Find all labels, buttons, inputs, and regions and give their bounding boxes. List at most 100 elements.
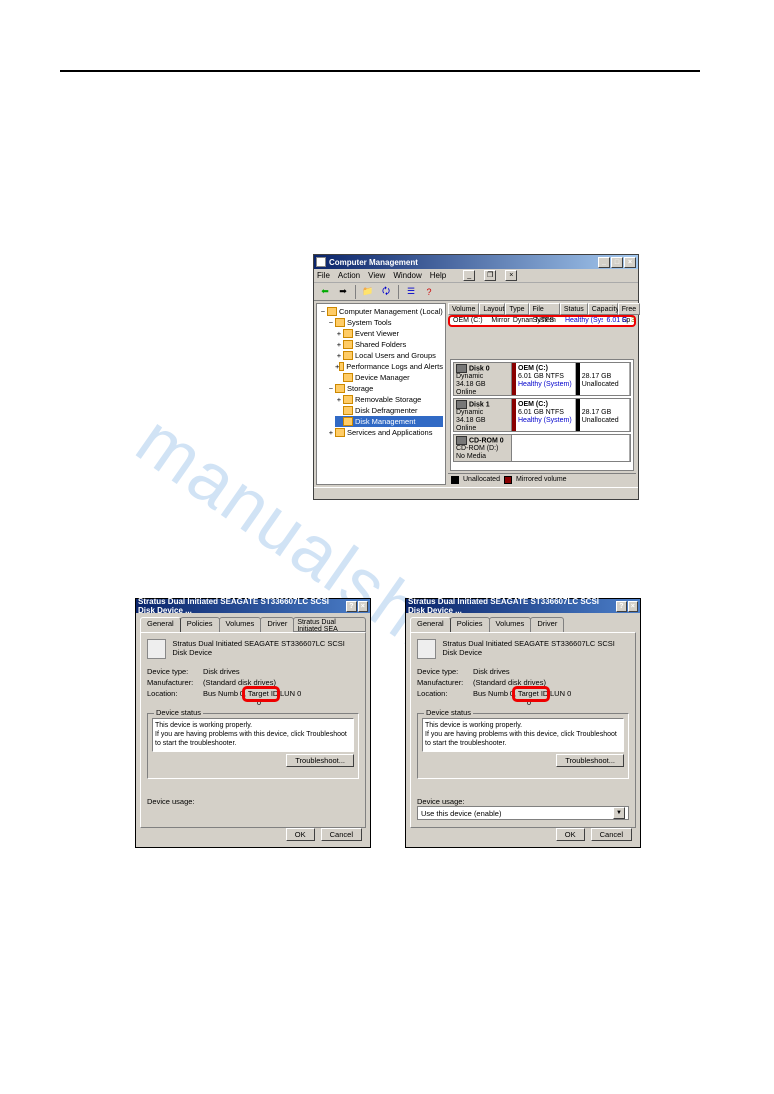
tree-defrag[interactable]: Disk Defragmenter: [335, 405, 443, 416]
col-layout[interactable]: Layout: [479, 303, 505, 315]
nav-tree[interactable]: −Computer Management (Local) −System Too…: [316, 303, 446, 485]
tab-general[interactable]: General: [140, 617, 181, 632]
disk1-partition-oem[interactable]: OEM (C:) 6.01 GB NTFS Healthy (System): [512, 399, 576, 431]
label-manufacturer: Manufacturer:: [147, 678, 203, 687]
disk-graphic-area: Disk 0 Dynamic 34.18 GB Online OEM (C:) …: [450, 359, 634, 471]
back-icon[interactable]: ⬅: [317, 285, 333, 299]
minimize-button[interactable]: _: [598, 257, 610, 268]
disk-properties-dialog-left: Stratus Dual Initiated SEAGATE ST336607L…: [135, 598, 371, 848]
tree-services[interactable]: +Services and Applications: [327, 427, 443, 438]
disk-1-row[interactable]: Disk 1 Dynamic 34.18 GB Online OEM (C:) …: [453, 398, 631, 432]
cdrom-row[interactable]: CD-ROM 0 CD-ROM (D:) No Media: [453, 434, 631, 462]
value-location-post: LUN 0: [550, 689, 571, 707]
status-bar: [314, 487, 638, 499]
refresh-icon[interactable]: 🗘: [378, 285, 394, 299]
label-manufacturer: Manufacturer:: [417, 678, 473, 687]
col-capacity[interactable]: Capacity: [588, 303, 618, 315]
col-free[interactable]: Free Sp: [618, 303, 640, 315]
close-button[interactable]: ×: [358, 601, 368, 612]
cancel-button[interactable]: Cancel: [321, 828, 362, 841]
device-status-legend: Device status: [154, 708, 203, 717]
chevron-down-icon[interactable]: ▼: [613, 807, 625, 819]
tab-overflow[interactable]: Stratus Dual Initiated SEA: [293, 617, 366, 632]
tree-root[interactable]: −Computer Management (Local): [319, 306, 443, 317]
cdrom-label: CD-ROM 0 CD-ROM (D:) No Media: [454, 435, 512, 461]
tree-shared-folders[interactable]: +Shared Folders: [335, 339, 443, 350]
close-button[interactable]: ×: [624, 257, 636, 268]
help-button[interactable]: ?: [346, 601, 356, 612]
col-volume[interactable]: Volume: [448, 303, 479, 315]
titlebar[interactable]: Computer Management _ □ ×: [314, 255, 638, 269]
device-name: Stratus Dual Initiated SEAGATE ST336607L…: [442, 639, 629, 659]
tab-policies[interactable]: Policies: [180, 617, 220, 632]
menu-view[interactable]: View: [368, 271, 385, 280]
legend-mirrored: Mirrored volume: [516, 476, 567, 483]
tab-volumes[interactable]: Volumes: [489, 617, 532, 632]
tab-panel-general: Stratus Dual Initiated SEAGATE ST336607L…: [140, 632, 366, 828]
disk-drive-icon: [417, 639, 436, 659]
disk-icon: [456, 400, 467, 409]
tree-event-viewer[interactable]: +Event Viewer: [335, 328, 443, 339]
device-usage-combo[interactable]: Use this device (enable) ▼: [417, 806, 629, 820]
properties-icon[interactable]: ☰: [403, 285, 419, 299]
maximize-button[interactable]: □: [611, 257, 623, 268]
forward-icon[interactable]: ➡: [335, 285, 351, 299]
disk1-unallocated[interactable]: 28.17 GB Unallocated: [576, 399, 630, 431]
menu-action[interactable]: Action: [338, 271, 360, 280]
help-icon[interactable]: ?: [421, 285, 437, 299]
tree-system-tools[interactable]: −System Tools: [327, 317, 443, 328]
disk-drive-icon: [147, 639, 166, 659]
legend-bar: Unallocated Mirrored volume: [448, 473, 636, 485]
tree-storage[interactable]: −Storage: [327, 383, 443, 394]
label-location: Location:: [147, 689, 203, 707]
main-pane: Volume Layout Type File System Status Ca…: [448, 303, 636, 485]
device-status-group: Device status This device is working pro…: [147, 713, 359, 779]
cdrom-icon: [456, 436, 467, 445]
tree-disk-management[interactable]: Disk Management: [335, 416, 443, 427]
tab-strip: General Policies Volumes Driver: [410, 617, 636, 632]
disk0-partition-oem[interactable]: OEM (C:) 6.01 GB NTFS Healthy (System): [512, 363, 576, 395]
device-usage-value: Use this device (enable): [421, 809, 501, 818]
up-icon[interactable]: 📁: [360, 285, 376, 299]
col-type[interactable]: Type: [505, 303, 528, 315]
tab-volumes[interactable]: Volumes: [219, 617, 262, 632]
label-device-usage: Device usage:: [147, 797, 359, 806]
label-device-type: Device type:: [417, 667, 473, 676]
inner-restore-button[interactable]: ❐: [484, 270, 496, 281]
tree-perf-logs[interactable]: +Performance Logs and Alerts: [335, 361, 443, 372]
value-location-post: LUN 0: [280, 689, 301, 707]
inner-close-button[interactable]: ×: [505, 270, 517, 281]
help-button[interactable]: ?: [616, 601, 626, 612]
menu-help[interactable]: Help: [430, 271, 446, 280]
inner-minimize-button[interactable]: _: [463, 270, 475, 281]
troubleshoot-button[interactable]: Troubleshoot...: [556, 754, 624, 767]
troubleshoot-button[interactable]: Troubleshoot...: [286, 754, 354, 767]
tab-policies[interactable]: Policies: [450, 617, 490, 632]
device-status-group: Device status This device is working pro…: [417, 713, 629, 779]
disk-icon: [456, 364, 467, 373]
value-device-type: Disk drives: [203, 667, 240, 676]
col-status[interactable]: Status: [560, 303, 588, 315]
tree-local-users[interactable]: +Local Users and Groups: [335, 350, 443, 361]
tab-general[interactable]: General: [410, 617, 451, 632]
tree-removable[interactable]: +Removable Storage: [335, 394, 443, 405]
ok-button[interactable]: OK: [286, 828, 315, 841]
close-button[interactable]: ×: [628, 601, 638, 612]
highlight-target-id: [242, 686, 280, 702]
ok-button[interactable]: OK: [556, 828, 585, 841]
titlebar[interactable]: Stratus Dual Initiated SEAGATE ST336607L…: [406, 599, 640, 613]
titlebar[interactable]: Stratus Dual Initiated SEAGATE ST336607L…: [136, 599, 370, 613]
label-device-type: Device type:: [147, 667, 203, 676]
device-status-legend: Device status: [424, 708, 473, 717]
tab-driver[interactable]: Driver: [530, 617, 564, 632]
tab-driver[interactable]: Driver: [260, 617, 294, 632]
volume-row-oem[interactable]: OEM (C:) Mirror Dynamic NTFS Healthy (Sy…: [448, 315, 636, 327]
cancel-button[interactable]: Cancel: [591, 828, 632, 841]
disk-0-row[interactable]: Disk 0 Dynamic 34.18 GB Online OEM (C:) …: [453, 362, 631, 396]
disk0-unallocated[interactable]: 28.17 GB Unallocated: [576, 363, 630, 395]
menu-window[interactable]: Window: [393, 271, 421, 280]
col-fs[interactable]: File System: [529, 303, 560, 315]
value-location-pre: Bus Numb: [473, 689, 508, 707]
tree-device-manager[interactable]: Device Manager: [335, 372, 443, 383]
menu-file[interactable]: File: [317, 271, 330, 280]
